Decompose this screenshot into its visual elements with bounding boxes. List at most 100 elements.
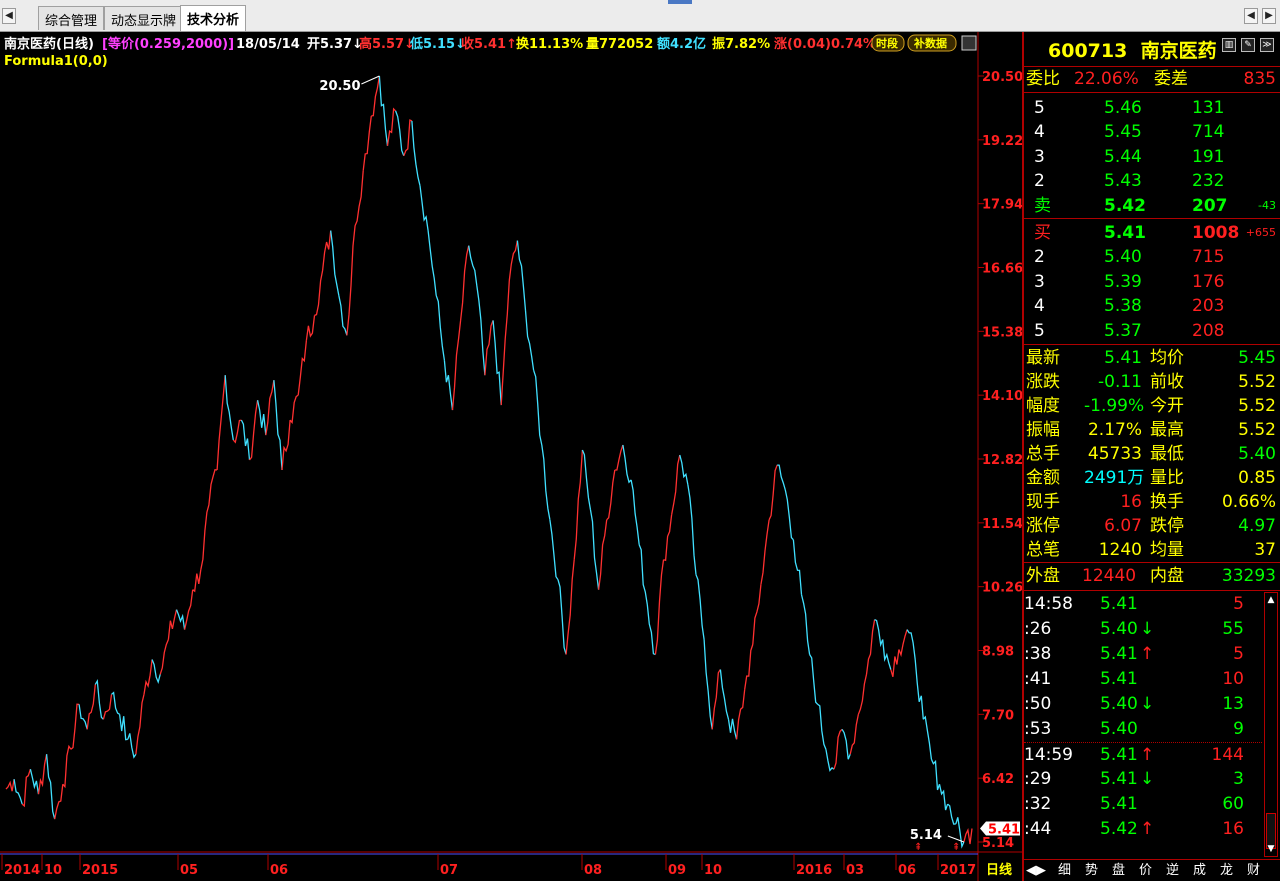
- tick-row[interactable]: :44 5.42 ↑ 16: [1024, 817, 1262, 842]
- tick-price: 5.41: [1100, 594, 1138, 614]
- bid-volume: 176: [1192, 271, 1225, 292]
- tick-row[interactable]: :32 5.41 60: [1024, 792, 1262, 817]
- ask-level: 4: [1034, 122, 1045, 143]
- panel-tab[interactable]: 财: [1247, 862, 1260, 880]
- tick-time: :50: [1024, 694, 1052, 714]
- tick-volume: 16: [1222, 819, 1244, 839]
- stat-row: 金额 2491万 量比 0.85: [1026, 466, 1278, 490]
- ask-price: 5.42: [1104, 195, 1146, 216]
- tick-price: 5.41: [1100, 769, 1138, 789]
- tick-row[interactable]: :53 5.40 9: [1024, 717, 1262, 742]
- panel-tab[interactable]: 势: [1085, 862, 1098, 880]
- bid-price: 5.40: [1104, 247, 1142, 268]
- ask-level: 2: [1034, 171, 1045, 192]
- tick-row[interactable]: :38 5.41 ↑ 5: [1024, 642, 1262, 667]
- stat-label: 总笔: [1026, 540, 1060, 560]
- ask-row[interactable]: 3 5.44 191: [1026, 145, 1278, 169]
- stat-label: 换手: [1150, 492, 1184, 512]
- tick-price: 5.42: [1100, 819, 1138, 839]
- stat-label: 总手: [1026, 444, 1060, 464]
- panel-tab[interactable]: 逆: [1166, 862, 1179, 880]
- panel-tab[interactable]: 盘: [1112, 862, 1125, 880]
- panel-tab[interactable]: 细: [1058, 862, 1071, 880]
- formula-label: Formula1(0,0): [4, 54, 108, 69]
- tick-arrow: ↓: [1140, 619, 1155, 639]
- ask-row[interactable]: 4 5.45 714: [1026, 120, 1278, 144]
- last-price-label: 5.41: [988, 823, 1020, 838]
- tick-row[interactable]: 14:59 5.41 ↑ 144: [1024, 742, 1262, 767]
- min-price-label: 5.14: [910, 828, 942, 843]
- panel-tab[interactable]: 价: [1139, 862, 1152, 880]
- stat-row: 涨跌 -0.11 前收 5.52: [1026, 370, 1278, 394]
- ask-change: -43: [1258, 198, 1276, 212]
- bid-level: 3: [1034, 271, 1045, 292]
- ask-row[interactable]: 卖 5.42 207 -43: [1026, 194, 1278, 218]
- tick-price: 5.40: [1100, 719, 1138, 739]
- scroll-down-icon[interactable]: ▼: [1265, 842, 1277, 856]
- x-tick-label: 03: [846, 863, 864, 878]
- tick-price: 5.41: [1100, 794, 1138, 814]
- ask-row[interactable]: 5 5.46 131: [1026, 96, 1278, 120]
- tick-scrollbar[interactable]: ▲ ▼: [1264, 592, 1278, 857]
- bid-row[interactable]: 4 5.38 203: [1026, 294, 1278, 318]
- chart-icon[interactable]: ▥: [1222, 38, 1236, 52]
- stock-name: 南京医药: [1140, 40, 1217, 62]
- tab-technical-analysis[interactable]: 技术分析: [180, 5, 247, 31]
- x-tick-label: 05: [180, 863, 198, 878]
- x-tick-label: 2017: [940, 863, 976, 878]
- bid-row[interactable]: 买 5.41 1008 +655: [1026, 221, 1278, 245]
- event-marker-icon: ⇞: [952, 842, 960, 853]
- stat-value: 1240: [1098, 540, 1142, 560]
- tick-volume: 5: [1233, 594, 1244, 614]
- stat-value: 0.66%: [1221, 492, 1276, 512]
- tab-scroll-right-icon[interactable]: ▶: [1262, 8, 1276, 24]
- bid-level: 买: [1034, 223, 1051, 243]
- tab-overview[interactable]: 综合管理: [38, 6, 105, 30]
- low-label: 低5.15↓: [409, 36, 466, 52]
- date-label: 18/05/14: [236, 37, 300, 52]
- stat-label: 跌停: [1150, 516, 1184, 536]
- tick-row[interactable]: :26 5.40 ↓ 55: [1024, 617, 1262, 642]
- tick-volume: 60: [1222, 794, 1244, 814]
- tick-arrow: ↑: [1140, 819, 1155, 839]
- tick-row[interactable]: 14:58 5.41 5: [1024, 592, 1262, 617]
- bid-volume: 208: [1192, 320, 1225, 341]
- x-tick-label: 10: [704, 863, 722, 878]
- tick-row[interactable]: :29 5.41 ↓ 3: [1024, 767, 1262, 792]
- bid-row[interactable]: 3 5.39 176: [1026, 270, 1278, 294]
- panel-tab[interactable]: 成: [1193, 862, 1206, 880]
- stat-label: 振幅: [1026, 420, 1060, 440]
- pin-icon[interactable]: ✎: [1241, 38, 1255, 52]
- tick-row[interactable]: :41 5.41 10: [1024, 667, 1262, 692]
- stat-value: 4.97: [1238, 516, 1276, 536]
- tick-row[interactable]: :50 5.40 ↓ 13: [1024, 692, 1262, 717]
- expand-icon[interactable]: ≫: [1260, 38, 1274, 52]
- price-chart[interactable]: 南京医药(日线) [等价(0.259,2000)] 18/05/14 开5.37…: [0, 32, 1022, 881]
- tab-scroll-left2-icon[interactable]: ◀: [1244, 8, 1258, 24]
- tick-time: :26: [1024, 619, 1052, 639]
- bid-row[interactable]: 5 5.37 208: [1026, 319, 1278, 343]
- scroll-up-icon[interactable]: ▲: [1265, 593, 1277, 607]
- tab-dynamic-board[interactable]: 动态显示牌: [104, 6, 184, 30]
- tick-list[interactable]: 14:58 5.41 5:26 5.40 ↓ 55:38 5.41 ↑ 5:41 5.41 10:5…: [1024, 592, 1262, 857]
- bid-change: +655: [1245, 226, 1276, 239]
- tab-scroll-left-icon[interactable]: ◀: [2, 8, 16, 24]
- panel-tab-scroll-icon[interactable]: ◀▶: [1026, 862, 1046, 880]
- y-tick-label: 19.22: [982, 134, 1022, 149]
- stat-value: 5.45: [1238, 348, 1276, 368]
- tick-volume: 9: [1233, 719, 1244, 739]
- ask-row[interactable]: 2 5.43 232: [1026, 169, 1278, 193]
- stat-row: 现手 16 换手 0.66%: [1026, 490, 1278, 514]
- stat-value: 5.52: [1238, 396, 1276, 416]
- stat-value: 5.52: [1238, 420, 1276, 440]
- bid-row[interactable]: 2 5.40 715: [1026, 245, 1278, 269]
- panel-tab[interactable]: 龙: [1220, 862, 1233, 880]
- max-price-label: 20.50: [319, 79, 360, 94]
- turnover-label: 换11.13%: [516, 36, 583, 52]
- chart-tool-icon[interactable]: [961, 35, 977, 51]
- tick-arrow: ↑: [1140, 644, 1155, 664]
- stat-value: 5.52: [1238, 372, 1276, 392]
- stat-label: 均量: [1150, 540, 1184, 560]
- adjust-label: [等价(0.259,2000)]: [102, 36, 234, 52]
- tick-time: :41: [1024, 669, 1052, 689]
